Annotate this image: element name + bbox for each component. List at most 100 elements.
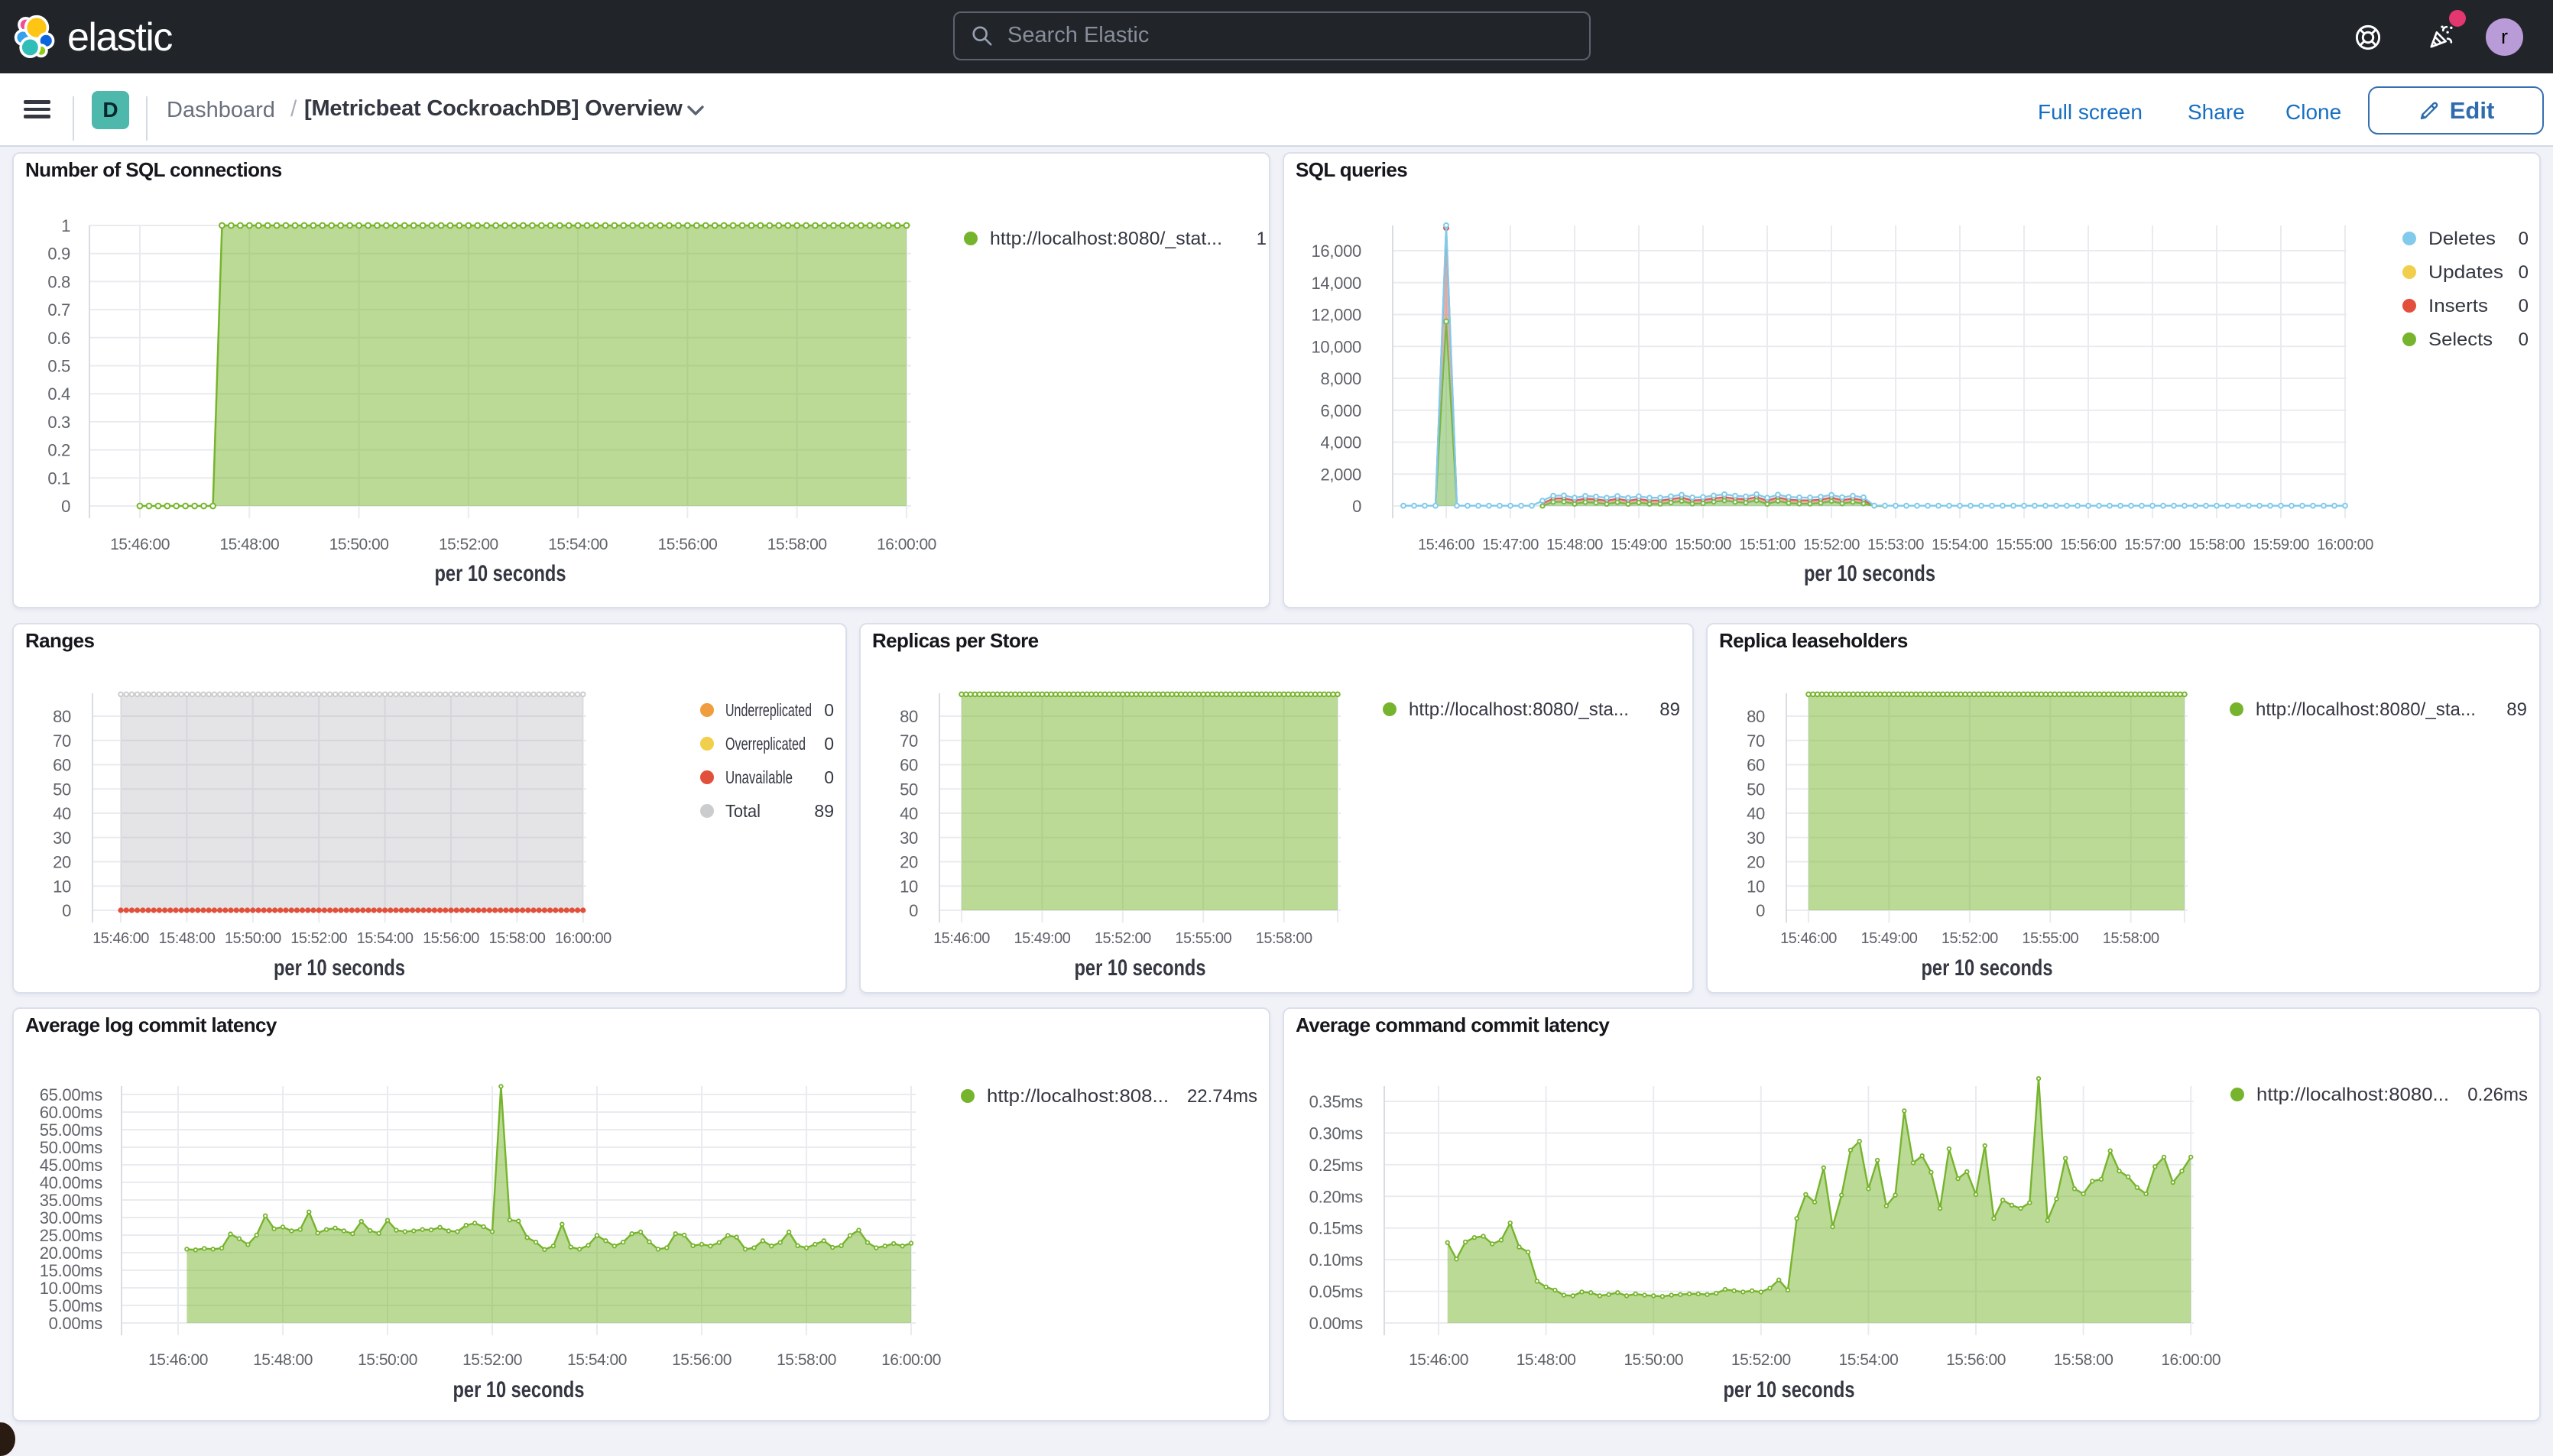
svg-text:15:56:00: 15:56:00: [2060, 537, 2117, 553]
svg-text:60: 60: [1747, 756, 1765, 775]
svg-text:0.25ms: 0.25ms: [1309, 1156, 1364, 1175]
svg-text:15:58:00: 15:58:00: [777, 1351, 836, 1369]
svg-text:15:48:00: 15:48:00: [158, 930, 215, 947]
svg-text:0.8: 0.8: [47, 272, 70, 291]
svg-text:15:55:00: 15:55:00: [2022, 930, 2078, 947]
svg-text:15:58:00: 15:58:00: [2103, 930, 2159, 947]
svg-text:0.6: 0.6: [47, 329, 70, 348]
svg-text:Unavailable: Unavailable: [725, 767, 793, 787]
svg-text:0.10ms: 0.10ms: [1309, 1250, 1364, 1270]
svg-text:15:46:00: 15:46:00: [92, 930, 149, 947]
svg-text:50: 50: [53, 780, 71, 799]
svg-text:15:49:00: 15:49:00: [1860, 930, 1917, 947]
svg-text:15:49:00: 15:49:00: [1014, 930, 1070, 947]
svg-text:2,000: 2,000: [1320, 465, 1361, 484]
svg-text:15:56:00: 15:56:00: [1946, 1351, 2006, 1369]
svg-text:http://localhost:8080/_sta...: http://localhost:8080/_sta...: [2256, 699, 2476, 720]
svg-text:16:00:00: 16:00:00: [2161, 1351, 2220, 1369]
svg-text:70: 70: [900, 731, 918, 751]
svg-text:4,000: 4,000: [1320, 433, 1361, 452]
svg-text:15:46:00: 15:46:00: [1780, 930, 1837, 947]
svg-text:89: 89: [814, 801, 834, 821]
svg-text:0: 0: [2519, 296, 2529, 316]
svg-text:10: 10: [53, 877, 71, 896]
svg-text:10: 10: [1747, 877, 1765, 896]
svg-text:15:58:00: 15:58:00: [2054, 1351, 2113, 1369]
svg-text:40: 40: [900, 804, 918, 823]
svg-text:50: 50: [1747, 780, 1765, 799]
svg-text:15:50:00: 15:50:00: [358, 1351, 417, 1369]
svg-text:0.7: 0.7: [47, 300, 70, 319]
svg-text:15:57:00: 15:57:00: [2124, 537, 2181, 553]
svg-text:15:46:00: 15:46:00: [1418, 537, 1474, 553]
svg-text:10.00ms: 10.00ms: [40, 1279, 103, 1298]
svg-text:http://localhost:8080...: http://localhost:8080...: [2256, 1085, 2449, 1105]
svg-text:0.15ms: 0.15ms: [1309, 1219, 1364, 1238]
svg-text:80: 80: [900, 707, 918, 726]
svg-text:15:48:00: 15:48:00: [1546, 537, 1603, 553]
svg-text:70: 70: [1747, 731, 1765, 751]
svg-text:15:53:00: 15:53:00: [1867, 537, 1924, 553]
svg-text:15:58:00: 15:58:00: [767, 536, 827, 553]
svg-text:55.00ms: 55.00ms: [40, 1120, 103, 1140]
svg-text:15:50:00: 15:50:00: [329, 536, 389, 553]
svg-text:50: 50: [900, 780, 918, 799]
svg-text:35.00ms: 35.00ms: [40, 1191, 103, 1210]
svg-text:0.9: 0.9: [47, 245, 70, 264]
svg-text:0: 0: [62, 901, 71, 920]
svg-text:80: 80: [53, 707, 71, 726]
svg-text:0: 0: [824, 734, 834, 754]
svg-text:60: 60: [53, 756, 71, 775]
svg-text:15:49:00: 15:49:00: [1611, 537, 1667, 553]
svg-text:15:54:00: 15:54:00: [1839, 1351, 1899, 1369]
svg-text:89: 89: [1659, 699, 1680, 720]
svg-text:0.00ms: 0.00ms: [1309, 1314, 1364, 1333]
svg-text:0: 0: [2519, 262, 2529, 283]
svg-text:Inserts: Inserts: [2428, 296, 2488, 316]
svg-text:15:51:00: 15:51:00: [1739, 537, 1796, 553]
svg-text:0.5: 0.5: [47, 357, 70, 376]
svg-text:12,000: 12,000: [1312, 306, 1362, 325]
svg-text:45.00ms: 45.00ms: [40, 1156, 103, 1175]
svg-text:15:46:00: 15:46:00: [148, 1351, 208, 1369]
svg-text:0: 0: [1756, 901, 1765, 920]
svg-text:20.00ms: 20.00ms: [40, 1244, 103, 1263]
svg-text:15:56:00: 15:56:00: [423, 930, 479, 947]
svg-text:0.20ms: 0.20ms: [1309, 1187, 1364, 1206]
svg-text:per 10 seconds: per 10 seconds: [1804, 561, 1935, 586]
svg-text:Underreplicated: Underreplicated: [725, 700, 812, 720]
svg-text:http://localhost:808...: http://localhost:808...: [987, 1086, 1169, 1107]
svg-text:16:00:00: 16:00:00: [877, 536, 936, 553]
svg-text:25.00ms: 25.00ms: [40, 1226, 103, 1245]
svg-text:15:54:00: 15:54:00: [567, 1351, 627, 1369]
svg-text:70: 70: [53, 731, 71, 751]
svg-text:0.00ms: 0.00ms: [49, 1314, 103, 1333]
svg-text:15:52:00: 15:52:00: [1942, 930, 1998, 947]
svg-text:16:00:00: 16:00:00: [2317, 537, 2373, 553]
svg-text:10: 10: [900, 877, 918, 896]
svg-text:20: 20: [900, 853, 918, 872]
svg-text:0: 0: [2519, 329, 2529, 350]
svg-text:0: 0: [909, 901, 918, 920]
svg-text:60.00ms: 60.00ms: [40, 1103, 103, 1122]
svg-text:0.1: 0.1: [47, 469, 70, 488]
svg-text:65.00ms: 65.00ms: [40, 1085, 103, 1104]
svg-text:per 10 seconds: per 10 seconds: [435, 561, 566, 586]
svg-text:15:54:00: 15:54:00: [548, 536, 608, 553]
svg-text:0.30ms: 0.30ms: [1309, 1124, 1364, 1143]
svg-text:15:59:00: 15:59:00: [2253, 537, 2309, 553]
svg-text:1: 1: [1257, 229, 1267, 249]
svg-text:15:48:00: 15:48:00: [1517, 1351, 1576, 1369]
svg-text:15:56:00: 15:56:00: [672, 1351, 732, 1369]
svg-text:40.00ms: 40.00ms: [40, 1173, 103, 1192]
svg-text:15:58:00: 15:58:00: [488, 930, 545, 947]
svg-text:15:50:00: 15:50:00: [225, 930, 281, 947]
svg-text:15:50:00: 15:50:00: [1624, 1351, 1683, 1369]
svg-text:0.2: 0.2: [47, 441, 70, 460]
svg-text:30.00ms: 30.00ms: [40, 1208, 103, 1227]
svg-text:14,000: 14,000: [1312, 274, 1362, 293]
svg-text:5.00ms: 5.00ms: [49, 1296, 103, 1315]
svg-text:16,000: 16,000: [1312, 242, 1362, 261]
svg-text:15:54:00: 15:54:00: [357, 930, 414, 947]
svg-text:22.74ms: 22.74ms: [1187, 1086, 1257, 1107]
